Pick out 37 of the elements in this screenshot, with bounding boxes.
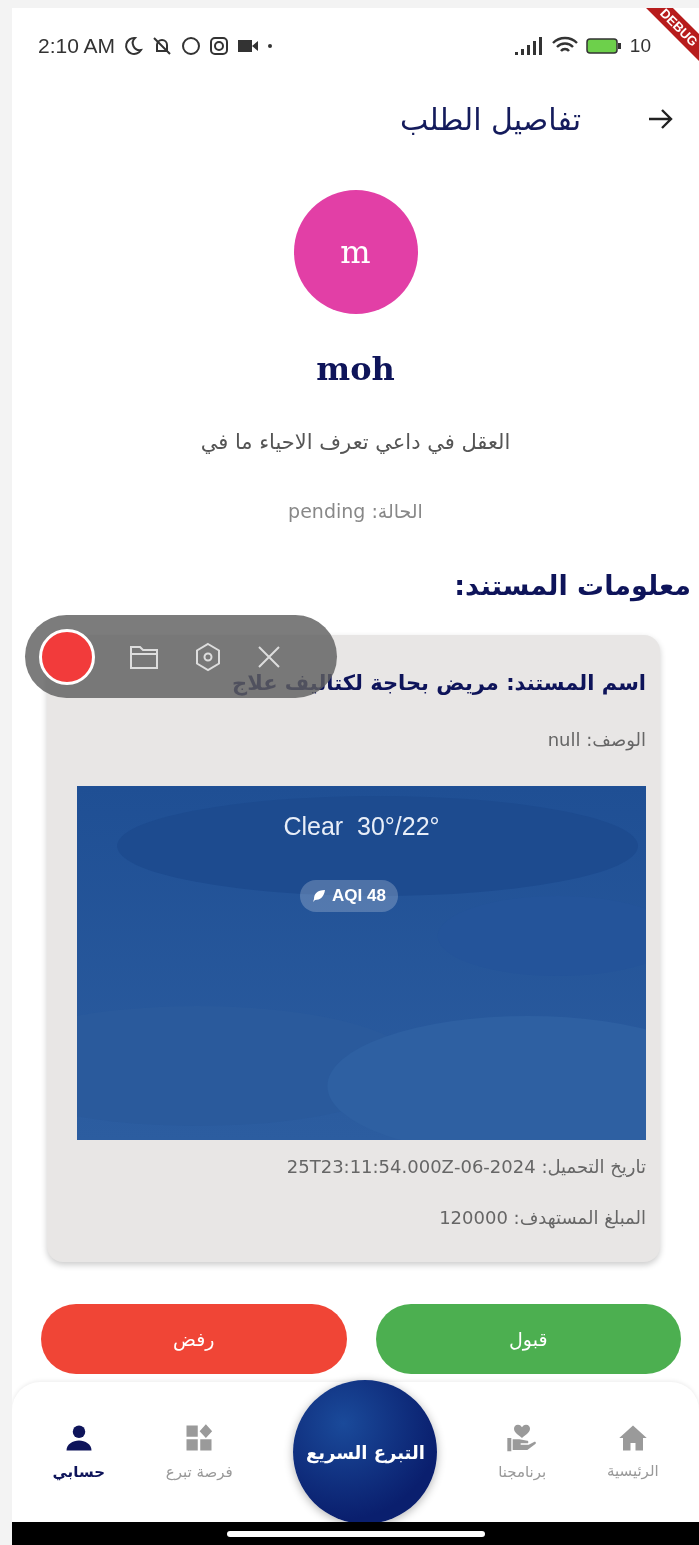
home-icon [617,1424,648,1452]
nav-item[interactable]: برنامجنا [498,1423,547,1481]
camera-icon [209,36,230,56]
person-icon [63,1423,94,1453]
nav-item[interactable]: فرصة تبرع [165,1423,233,1481]
back-arrow-icon[interactable] [647,108,673,130]
upload-date: تاريخ التحميل: 2024-06-25T23:11:54.000Z [285,1156,646,1177]
avatar: m [293,190,418,314]
video-icon [237,38,260,54]
page-title: تفاصيل الطلب [400,101,581,137]
settings-icon[interactable] [193,641,223,672]
dot-icon [267,43,274,49]
quick-donate-button[interactable]: التبرع السريع [293,1380,438,1524]
section-title: معلومات المستند: [453,570,692,601]
record-button[interactable] [39,628,95,685]
nav-item[interactable]: الرئيسية [606,1424,659,1480]
request-status: الحالة: pending [288,500,423,522]
heart-hand-icon [506,1423,539,1453]
user-name: moh [316,350,395,388]
target-amount: المبلغ المستهدف: 120000 [438,1207,646,1228]
aqi-badge: AQI 48 [300,880,398,912]
accept-button[interactable]: قبول [375,1304,681,1374]
document-description: الوصف: null [546,729,646,750]
signal-icon [513,36,544,56]
close-icon[interactable] [257,644,281,669]
battery-level: 10 [629,35,651,57]
leaf-icon [312,889,326,903]
grid-icon [184,1423,215,1453]
chat-icon [181,36,202,56]
weather-text: Clear 30°/22° [282,812,441,841]
moon-icon [123,36,144,56]
folder-icon[interactable] [129,643,159,670]
request-description: العقل في داعي تعرف الاحياء ما في [200,430,511,454]
reject-button[interactable]: رفض [41,1304,347,1374]
status-time: 2:10 AM [38,34,116,58]
nav-item[interactable]: حسابي [52,1423,105,1481]
battery-icon [585,36,622,56]
